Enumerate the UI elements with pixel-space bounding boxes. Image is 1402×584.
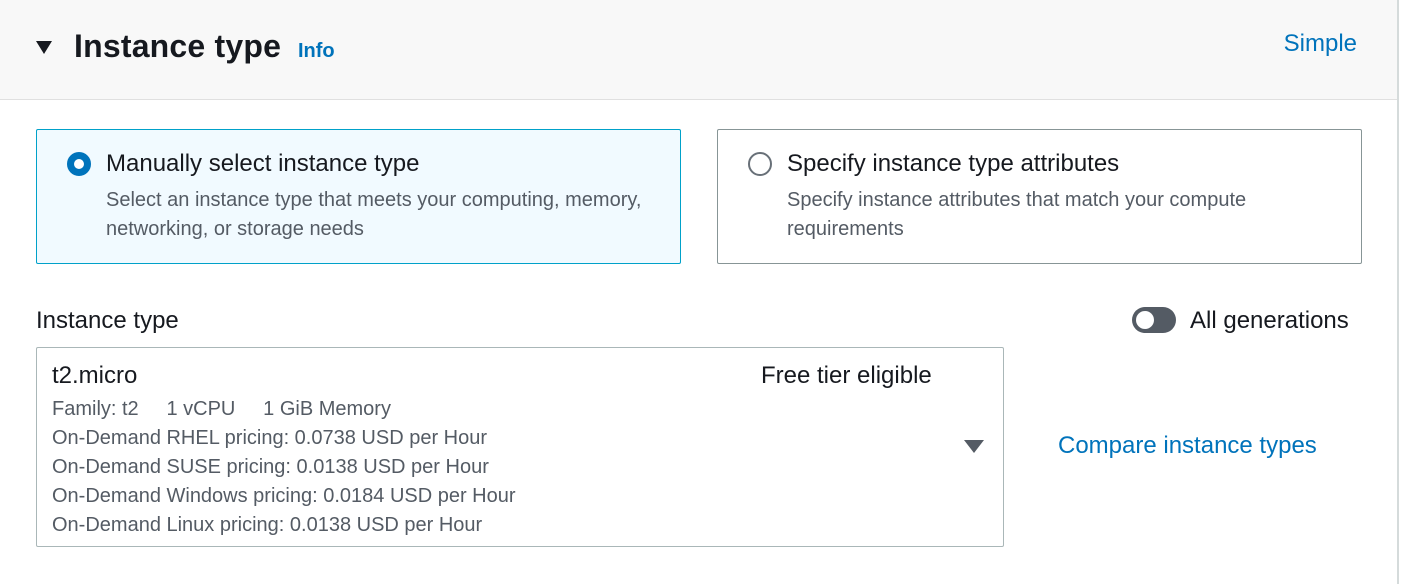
free-tier-badge: Free tier eligible — [761, 362, 932, 389]
all-generations-toggle[interactable] — [1132, 307, 1176, 333]
simple-mode-link[interactable]: Simple — [1284, 30, 1357, 58]
instance-type-field-label: Instance type — [36, 307, 179, 334]
compare-instance-types-link[interactable]: Compare instance types — [1058, 432, 1317, 460]
radio-manual-select[interactable] — [67, 152, 91, 176]
instance-type-select[interactable]: t2.micro Free tier eligible Family: t2 1… — [36, 347, 1004, 547]
pricing-suse: On-Demand SUSE pricing: 0.0138 USD per H… — [52, 456, 489, 478]
panel-header: Instance type Info Simple — [0, 0, 1397, 100]
instance-details: Family: t2 1 vCPU 1 GiB Memory — [52, 398, 391, 420]
tile-manual-select[interactable]: Manually select instance type Select an … — [36, 129, 681, 264]
tile-attributes-title: Specify instance type attributes — [787, 150, 1120, 177]
pricing-rhel: On-Demand RHEL pricing: 0.0738 USD per H… — [52, 427, 488, 449]
tile-manual-title: Manually select instance type — [106, 150, 420, 177]
tile-manual-description: Select an instance type that meets your … — [106, 189, 642, 240]
instance-type-panel: Instance type Info Simple Manually selec… — [0, 0, 1399, 584]
dropdown-caret-icon[interactable] — [964, 440, 984, 453]
info-link[interactable]: Info — [298, 40, 335, 63]
pricing-linux: On-Demand Linux pricing: 0.0138 USD per … — [52, 514, 483, 536]
toggle-knob — [1136, 311, 1154, 329]
pricing-windows: On-Demand Windows pricing: 0.0184 USD pe… — [52, 485, 516, 507]
panel-title: Instance type — [74, 28, 282, 64]
collapse-caret-icon[interactable] — [36, 41, 52, 54]
all-generations-label: All generations — [1190, 307, 1349, 334]
tile-specify-attributes[interactable]: Specify instance type attributes Specify… — [717, 129, 1362, 264]
selected-instance-name: t2.micro — [52, 362, 138, 389]
radio-specify-attributes[interactable] — [748, 152, 772, 176]
tile-attributes-description: Specify instance attributes that match y… — [787, 189, 1247, 240]
